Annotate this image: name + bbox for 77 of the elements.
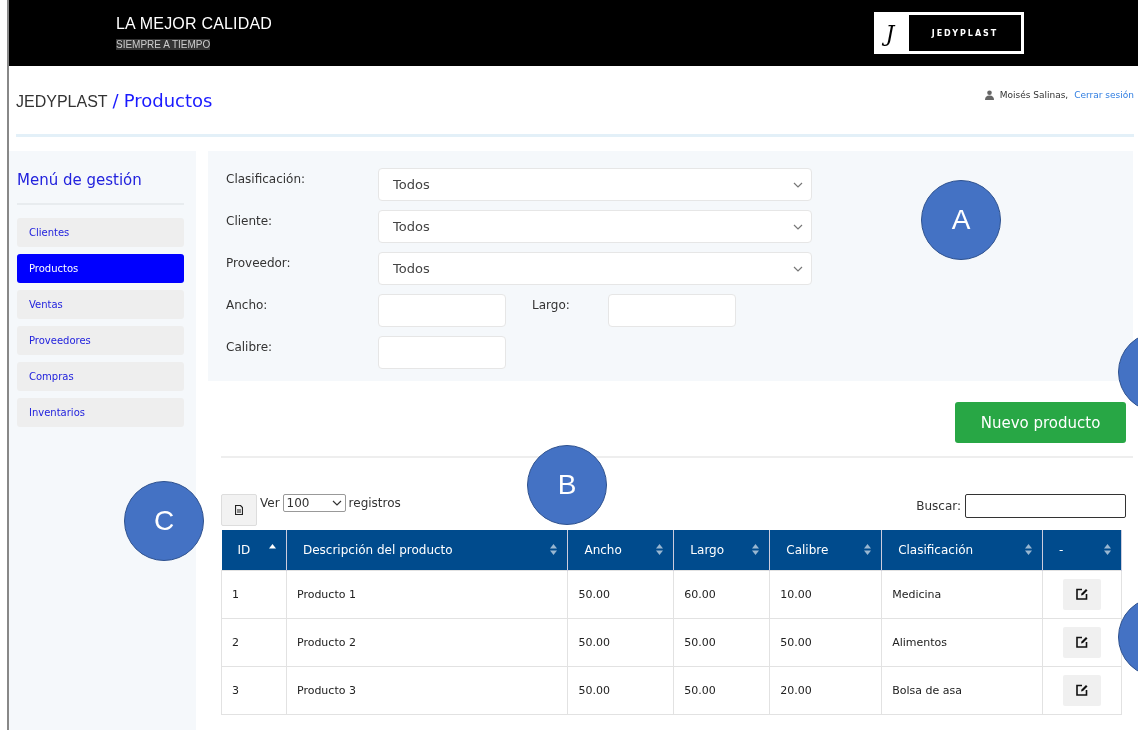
user-name: Moisés Salinas, [999,90,1069,100]
sort-icon[interactable] [1025,544,1032,556]
chevron-icon [331,500,342,506]
input-field[interactable] [378,336,506,369]
page-size-select[interactable]: 100 [282,494,346,512]
table-cell: Producto 2 [286,618,568,666]
export-button[interactable] [221,494,257,526]
table-cell: Producto 1 [286,570,568,618]
edit-button[interactable] [1063,578,1101,610]
sidebar-item[interactable]: Productos [17,254,184,283]
filter-label: Calibre: [226,339,274,354]
sidebar-item[interactable]: Proveedores [17,326,184,355]
edit-icon [1076,636,1088,648]
column-header[interactable]: Largo [673,530,770,570]
table-cell: 50.00 [567,666,674,714]
sort-icon[interactable] [656,544,664,556]
sort-icon[interactable] [1104,544,1111,556]
user-icon [984,90,994,100]
table-cell: Medicina [881,570,1043,618]
edit-icon [1076,684,1088,696]
sidebar-item[interactable]: Inventarios [17,398,184,427]
filter-select[interactable]: Todos [378,210,812,243]
column-header[interactable]: - [1042,530,1122,570]
table-cell: Producto 3 [286,666,568,714]
document-icon [235,505,243,515]
table-cell: 2 [221,618,287,666]
edit-button[interactable] [1063,674,1101,706]
filter-label: Proveedor: [226,255,292,270]
filter-label: Cliente: [226,213,274,228]
sort-icon[interactable] [550,544,558,556]
sidebar-item[interactable]: Ventas [17,290,184,319]
table-cell: Bolsa de asa [881,666,1043,714]
input-field[interactable] [608,294,736,327]
slogan: LA MEJOR CALIDAD [116,14,273,33]
edit-button[interactable] [1063,626,1101,658]
filter-label: Largo: [531,297,571,312]
search-label: Buscar: [916,499,961,513]
filter-label: Ancho: [226,297,269,312]
column-header[interactable]: Clasificación [881,530,1043,570]
page-title: Productos [123,89,213,111]
chevron-icon [793,265,803,272]
breadcrumb-separator: / [112,89,119,111]
column-header[interactable]: ID [221,530,287,570]
table-cell: 50.00 [567,618,674,666]
edit-icon [1076,588,1088,600]
filter-select[interactable]: Todos [378,252,812,285]
input-field[interactable] [378,294,506,327]
table-cell: 20.00 [769,666,882,714]
tagline: SIEMPRE A TIEMPO [116,38,211,50]
table-cell: 60.00 [673,570,770,618]
table-cell: 50.00 [567,570,674,618]
column-header[interactable]: Descripción del producto [286,530,568,570]
table-cell: 10.00 [769,570,882,618]
logout-link[interactable]: Cerrar sesión [1074,90,1134,100]
breadcrumb-root[interactable]: JEDYPLAST [16,92,108,111]
filter-label: Clasificación: [226,171,307,186]
column-header[interactable]: Ancho [567,530,674,570]
sort-icon[interactable] [864,544,872,556]
table-cell: 50.00 [673,618,770,666]
table-cell: 1 [221,570,287,618]
chevron-icon [793,223,803,230]
sidebar-item[interactable]: Clientes [17,218,184,247]
search-field[interactable] [965,494,1126,518]
sidebar-item[interactable]: Compras [17,362,184,391]
records-label: registros [348,496,401,510]
column-header[interactable]: Calibre [769,530,882,570]
sidebar-title: Menú de gestión [17,171,184,205]
table-cell: 50.00 [769,618,882,666]
callout-marker: B [527,445,607,525]
chevron-icon [793,181,803,188]
show-label: Ver [260,496,280,510]
table-cell: 3 [221,666,287,714]
filter-select[interactable]: Todos [378,168,812,201]
logo: J JEDYPLAST [874,12,1024,54]
table-cell: 50.00 [673,666,770,714]
table-cell: Alimentos [881,618,1043,666]
sort-icon[interactable] [752,544,760,556]
